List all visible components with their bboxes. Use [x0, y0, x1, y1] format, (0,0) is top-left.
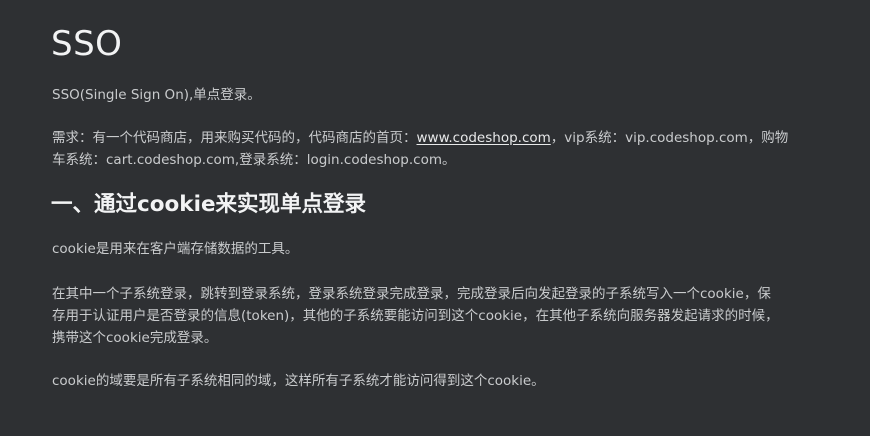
requirement-paragraph: 需求：有一个代码商店，用来购买代码的，代码商店的首页：www.codeshop.… [52, 127, 792, 171]
requirement-prefix: 需求：有一个代码商店，用来购买代码的，代码商店的首页： [52, 130, 417, 146]
flow-paragraph: 在其中一个子系统登录，跳转到登录系统，登录系统登录完成登录，完成登录后向发起登录… [52, 283, 792, 349]
domain-note: cookie的域要是所有子系统相同的域，这样所有子系统才能访问得到这个cooki… [52, 373, 545, 389]
flow-line-1: 在其中一个子系统登录，跳转到登录系统，登录系统登录完成登录，完成登录后向发起登录… [52, 286, 771, 302]
document-page: SSO SSO(Single Sign On),单点登录。 需求：有一个代码商店… [0, 0, 870, 436]
flow-line-3: 携带这个cookie完成登录。 [52, 330, 218, 346]
requirement-suffix: ，vip系统：vip.codeshop.com，购物 [550, 130, 789, 146]
page-title: SSO [51, 24, 123, 64]
cookie-description: cookie是用来在客户端存储数据的工具。 [52, 241, 299, 257]
requirement-line-2: 车系统：cart.codeshop.com,登录系统：login.codesho… [52, 152, 456, 168]
codeshop-link[interactable]: www.codeshop.com [417, 130, 551, 146]
flow-line-2: 存用于认证用户是否登录的信息(token)，其他的子系统要能访问到这个cooki… [52, 308, 779, 324]
intro-paragraph: SSO(Single Sign On),单点登录。 [52, 87, 261, 103]
section-heading: 一、通过cookie来实现单点登录 [51, 192, 367, 217]
requirement-line-1: 需求：有一个代码商店，用来购买代码的，代码商店的首页：www.codeshop.… [52, 127, 792, 149]
